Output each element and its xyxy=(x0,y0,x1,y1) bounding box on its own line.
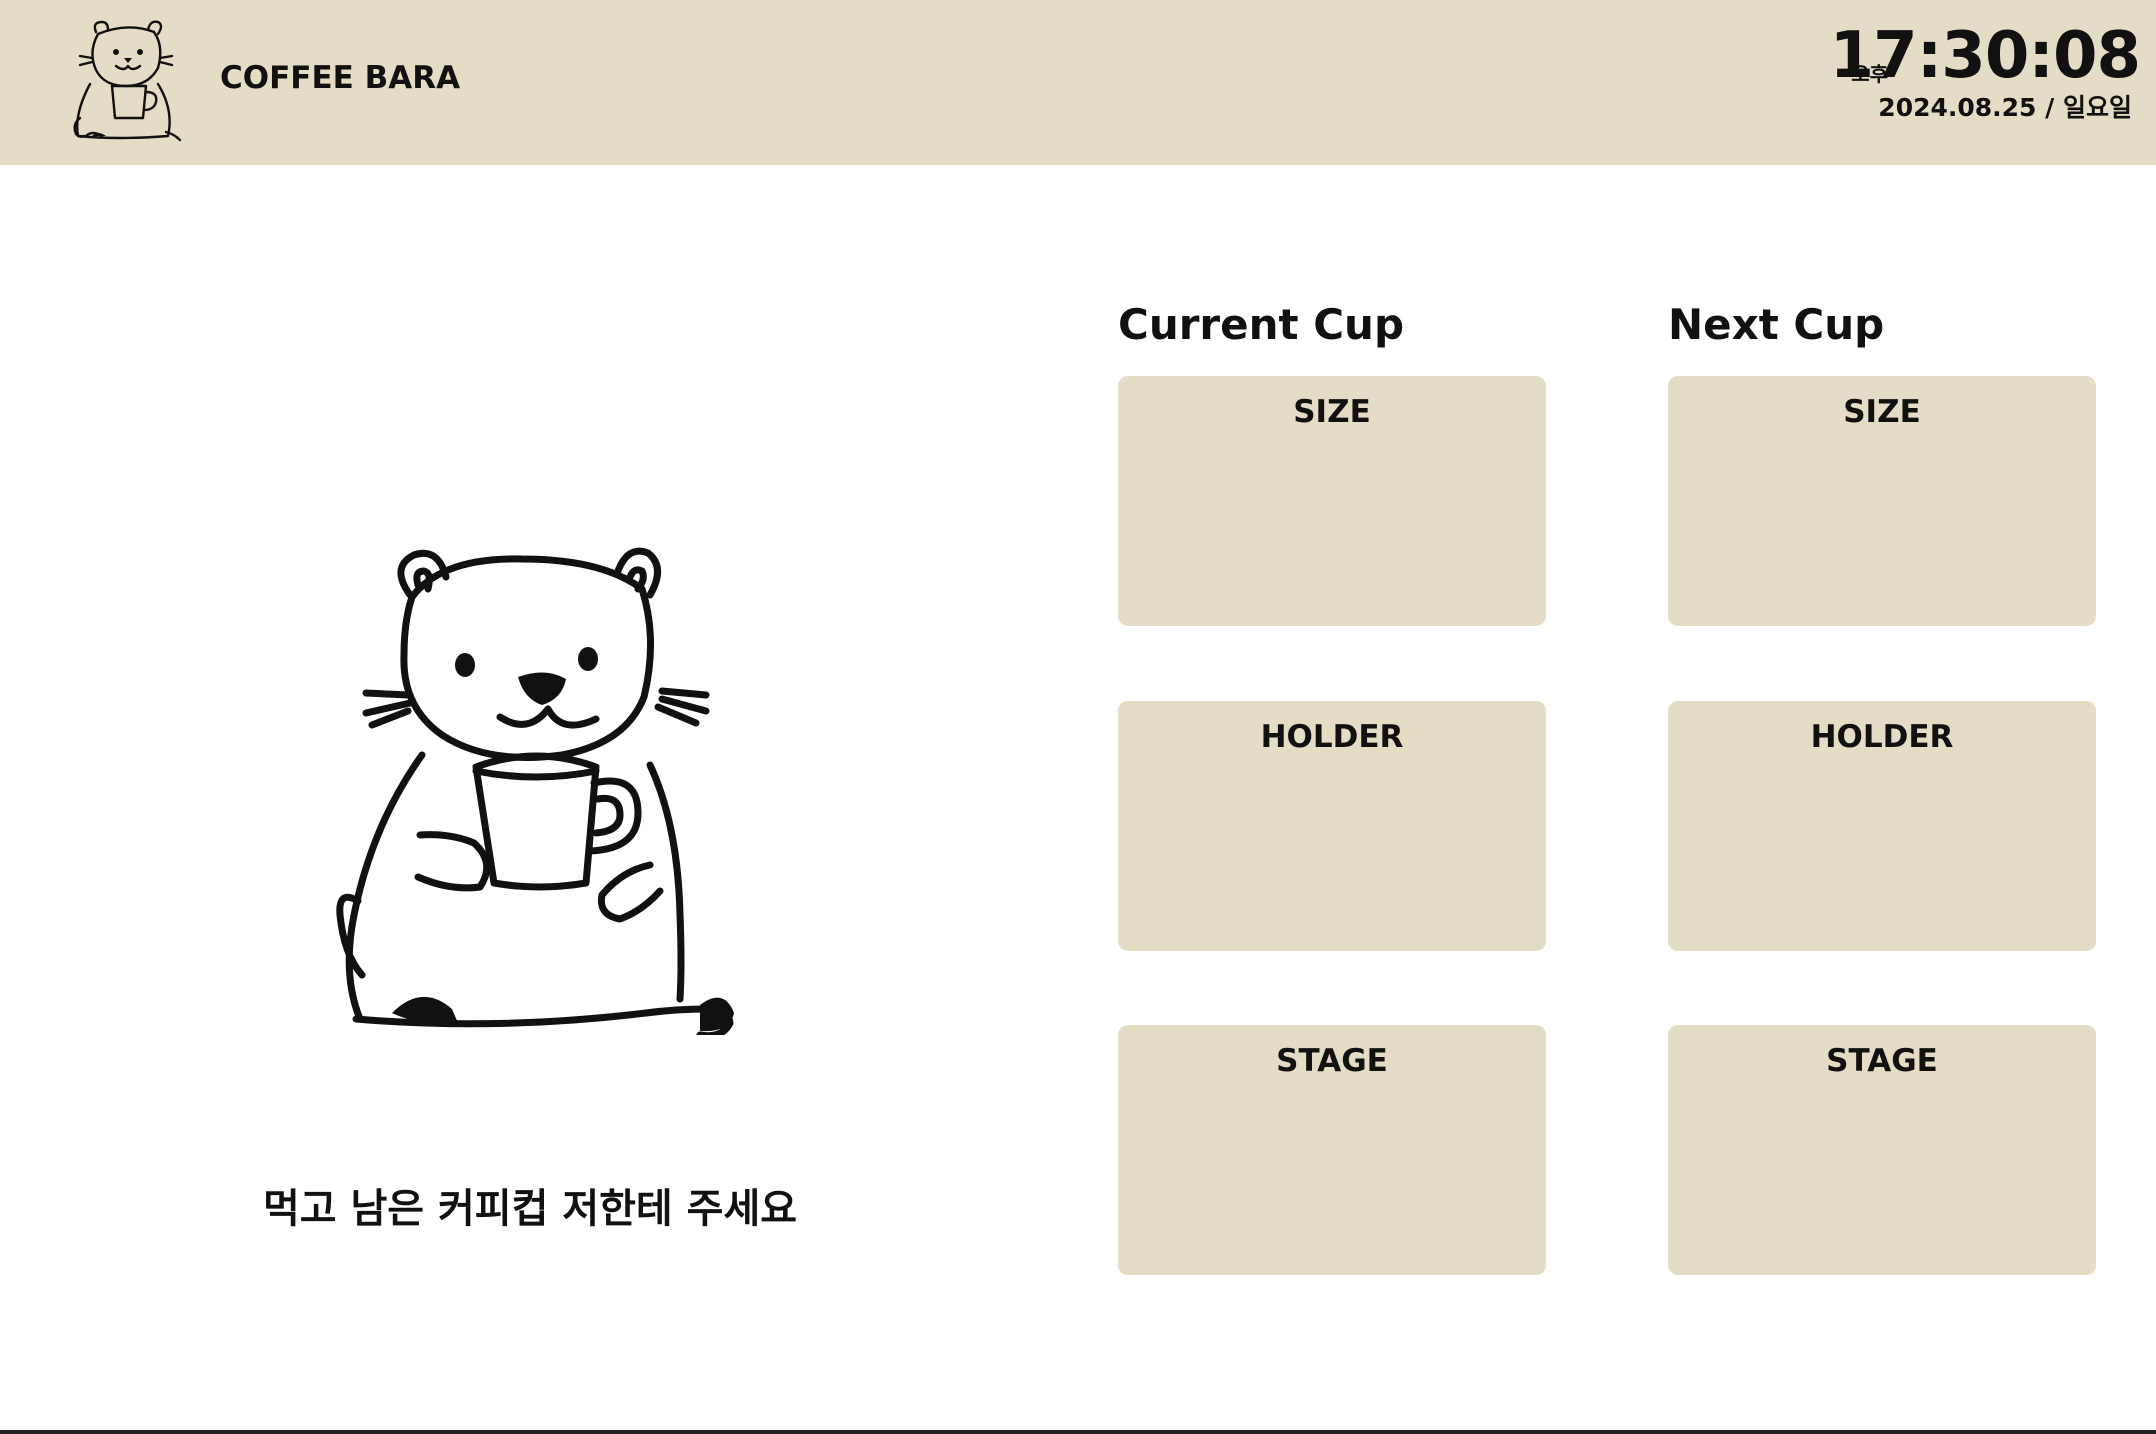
current-cup-title: Current Cup xyxy=(1118,300,1405,349)
capybara-logo-icon xyxy=(73,20,182,142)
current-cup-stage-label: STAGE xyxy=(1276,1043,1388,1079)
header-bar: COFFEE BARA 오후 17:30:08 2024.08.25 / 일요일 xyxy=(0,0,2156,165)
current-cup-stage-card: STAGE xyxy=(1118,1025,1546,1275)
clock-time: 17:30:08 xyxy=(1829,19,2141,93)
instruction-message: 먹고 남은 커피컵 저한테 주세요 xyxy=(262,1186,798,1232)
brand-name: COFFEE BARA xyxy=(220,60,461,96)
current-cup-size-card: SIZE xyxy=(1118,376,1546,626)
current-cup-holder-card: HOLDER xyxy=(1118,701,1546,951)
next-cup-title: Next Cup xyxy=(1668,300,1885,349)
next-cup-stage-card: STAGE xyxy=(1668,1025,2096,1275)
current-cup-holder-label: HOLDER xyxy=(1260,719,1404,755)
current-cup-size-label: SIZE xyxy=(1293,394,1371,430)
capybara-mascot-icon xyxy=(336,547,734,1035)
next-cup-holder-card: HOLDER xyxy=(1668,701,2096,951)
bottom-divider xyxy=(0,1430,2156,1434)
next-cup-size-card: SIZE xyxy=(1668,376,2096,626)
next-cup-size-label: SIZE xyxy=(1843,394,1921,430)
next-cup-holder-label: HOLDER xyxy=(1810,719,1954,755)
clock-date: 2024.08.25 / 일요일 xyxy=(1878,93,2132,122)
coffee-bara-screen: COFFEE BARA 오후 17:30:08 2024.08.25 / 일요일 xyxy=(0,0,2156,1434)
next-cup-stage-label: STAGE xyxy=(1826,1043,1938,1079)
